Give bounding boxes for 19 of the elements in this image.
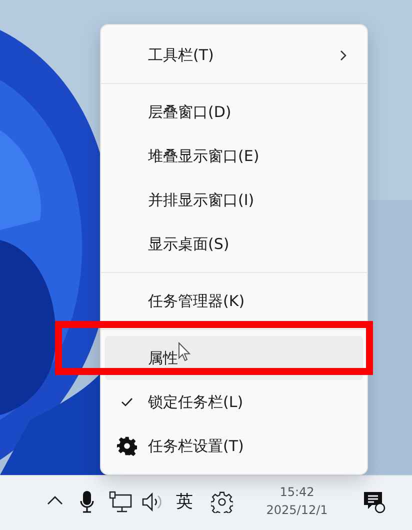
menu-item[interactable]: 任务栏设置(T) (105, 424, 363, 468)
cursor-icon (178, 342, 191, 362)
microphone-icon[interactable] (80, 490, 94, 514)
chevron-right-icon (340, 50, 347, 60)
notification-icon[interactable] (362, 490, 386, 514)
chevron-up-icon[interactable] (47, 495, 63, 505)
menu-item[interactable]: 锁定任务栏(L) (105, 380, 363, 424)
menu-item[interactable]: 并排显示窗口(I) (105, 178, 363, 222)
settings-icon[interactable] (211, 491, 233, 513)
clock-date[interactable]: 2025/12/1 (266, 501, 328, 519)
menu-item[interactable]: 层叠窗口(D) (105, 90, 363, 134)
clock-time[interactable]: 15:42 (280, 483, 314, 501)
input-method-indicator[interactable]: 英 (176, 490, 193, 516)
menu-item[interactable]: 堆叠显示窗口(E) (105, 134, 363, 178)
menu-item[interactable]: 工具栏(T) (105, 33, 363, 77)
settings-icon (116, 436, 136, 456)
menu-item[interactable]: 显示桌面(S) (105, 222, 363, 266)
menu-item[interactable]: 任务管理器(K) (105, 279, 363, 323)
monitor-icon[interactable] (109, 491, 133, 513)
